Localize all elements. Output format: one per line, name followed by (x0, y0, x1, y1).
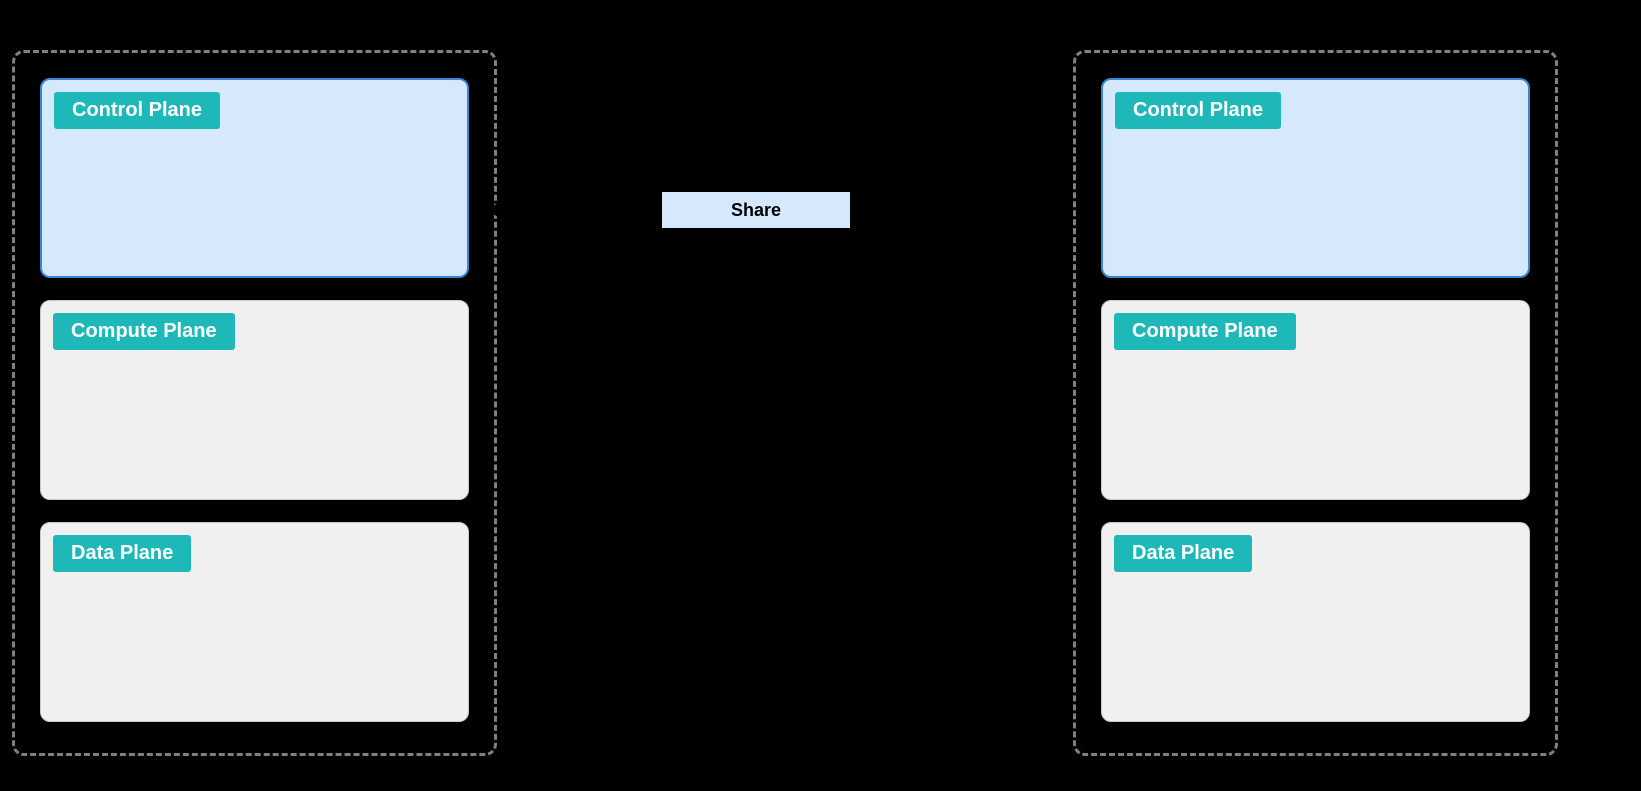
plane-label: Compute Plane (53, 313, 235, 350)
share-label: Share (731, 200, 781, 221)
plane-label: Control Plane (1115, 92, 1281, 129)
left-compute-plane: Compute Plane (40, 300, 469, 500)
left-control-plane: Control Plane (40, 78, 469, 278)
arrowhead-left-icon (487, 201, 501, 219)
right-workspace-container: Control Plane Compute Plane Data Plane (1073, 50, 1558, 756)
share-box: Share (660, 190, 852, 230)
right-compute-plane: Compute Plane (1101, 300, 1530, 500)
right-control-plane: Control Plane (1101, 78, 1530, 278)
plane-label: Compute Plane (1114, 313, 1296, 350)
plane-label: Data Plane (1114, 535, 1252, 572)
plane-label: Data Plane (53, 535, 191, 572)
right-data-plane: Data Plane (1101, 522, 1530, 722)
plane-label: Control Plane (54, 92, 220, 129)
connector-line-right (850, 208, 1075, 212)
connector-line-left (497, 208, 663, 212)
left-data-plane: Data Plane (40, 522, 469, 722)
left-workspace-container: Control Plane Compute Plane Data Plane (12, 50, 497, 756)
